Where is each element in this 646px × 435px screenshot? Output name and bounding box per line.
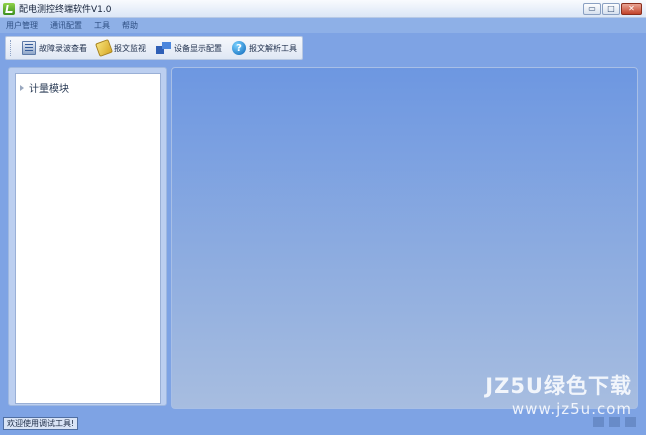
message-monitor-label: 报文监视	[114, 43, 146, 53]
menu-tools[interactable]: 工具	[94, 20, 110, 31]
tree-expand-arrow-icon[interactable]	[20, 84, 24, 91]
toolbar: 故障录波查看 报文监视 设备显示配置 ? 报文解析工具	[5, 36, 303, 60]
watermark-url: www.jz5u.com	[511, 400, 632, 418]
menu-help[interactable]: 帮助	[122, 20, 138, 31]
fault-record-button[interactable]: 故障录波查看	[17, 38, 92, 58]
minimize-button[interactable]: ▭	[583, 3, 601, 15]
device-display-config-label: 设备显示配置	[174, 43, 222, 53]
message-monitor-button[interactable]: 报文监视	[92, 38, 151, 58]
tree-item-label: 计量模块	[29, 84, 69, 95]
status-mark	[593, 417, 604, 427]
help-question-icon: ?	[232, 41, 246, 55]
watermark-title: JZ5U绿色下载	[485, 374, 632, 398]
window-controls: ▭ □ ✕	[583, 3, 642, 15]
tree-item-metering-module[interactable]: 计量模块	[20, 80, 69, 95]
restore-button[interactable]: □	[602, 3, 620, 15]
title-bar[interactable]: 配电测控终端软件V1.0 ▭ □ ✕	[0, 0, 646, 18]
device-display-config-button[interactable]: 设备显示配置	[151, 38, 227, 58]
menu-user-management[interactable]: 用户管理	[6, 20, 38, 31]
message-parse-tool-button[interactable]: ? 报文解析工具	[227, 38, 302, 58]
menu-bar: 用户管理 通讯配置 工具 帮助	[0, 18, 646, 33]
message-parse-tool-label: 报文解析工具	[249, 43, 297, 53]
module-tree[interactable]: 计量模块	[15, 73, 161, 404]
close-button[interactable]: ✕	[621, 3, 642, 15]
toolbar-grip[interactable]	[10, 40, 13, 56]
status-mark	[625, 417, 636, 427]
status-message: 欢迎使用调试工具!	[3, 417, 79, 430]
fault-record-label: 故障录波查看	[39, 43, 87, 53]
fault-record-icon	[22, 41, 36, 55]
main-content-area	[171, 67, 638, 409]
message-monitor-icon	[95, 39, 113, 57]
watermark: JZ5U绿色下载 www.jz5u.com	[485, 370, 632, 418]
status-mark	[609, 417, 620, 427]
app-icon	[3, 2, 15, 15]
device-display-icon	[156, 41, 171, 55]
status-corner-marks	[593, 417, 636, 427]
menu-comm-config[interactable]: 通讯配置	[50, 20, 82, 31]
window-title: 配电测控终端软件V1.0	[19, 5, 112, 15]
